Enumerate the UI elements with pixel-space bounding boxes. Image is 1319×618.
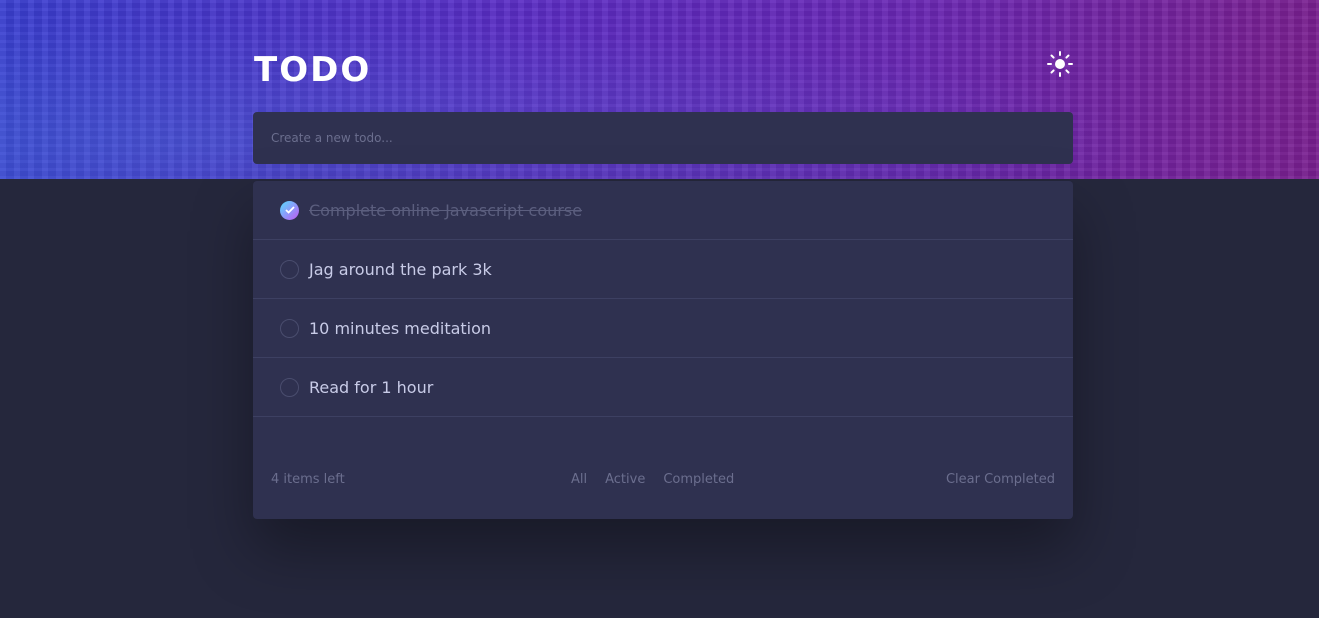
filter-all[interactable]: All xyxy=(571,472,587,487)
new-todo-box xyxy=(253,112,1073,164)
clear-completed-button[interactable]: Clear Completed xyxy=(946,472,1055,487)
todo-text: 10 minutes meditation xyxy=(309,318,492,338)
filter-completed[interactable]: Completed xyxy=(663,472,734,487)
filter-group: All Active Completed xyxy=(571,472,734,487)
new-todo-input[interactable] xyxy=(271,131,1073,145)
todo-text: Read for 1 hour xyxy=(309,377,434,397)
todo-footer: 4 items left All Active Completed Clear … xyxy=(253,439,1073,519)
sun-icon xyxy=(1047,51,1073,77)
check-icon xyxy=(284,206,295,214)
todo-item[interactable]: Jag around the park 3k xyxy=(253,240,1073,299)
todo-text: Complete online Javascript course xyxy=(309,200,583,220)
app-title: TODO xyxy=(254,50,372,90)
todo-item[interactable]: 10 minutes meditation xyxy=(253,299,1073,358)
todo-checkbox-checked[interactable] xyxy=(280,200,299,220)
todo-checkbox[interactable] xyxy=(280,377,299,397)
filter-active[interactable]: Active xyxy=(605,472,645,487)
todo-list: Complete online Javascript course Jag ar… xyxy=(253,181,1073,417)
todo-card: Complete online Javascript course Jag ar… xyxy=(253,181,1073,519)
todo-item[interactable]: Read for 1 hour xyxy=(253,358,1073,417)
todo-text: Jag around the park 3k xyxy=(309,259,492,279)
items-left-count: 4 items left xyxy=(271,471,345,487)
theme-toggle-button[interactable] xyxy=(1046,50,1074,78)
todo-item[interactable]: Complete online Javascript course xyxy=(253,181,1073,240)
todo-checkbox[interactable] xyxy=(280,318,299,338)
todo-checkbox[interactable] xyxy=(280,259,299,279)
